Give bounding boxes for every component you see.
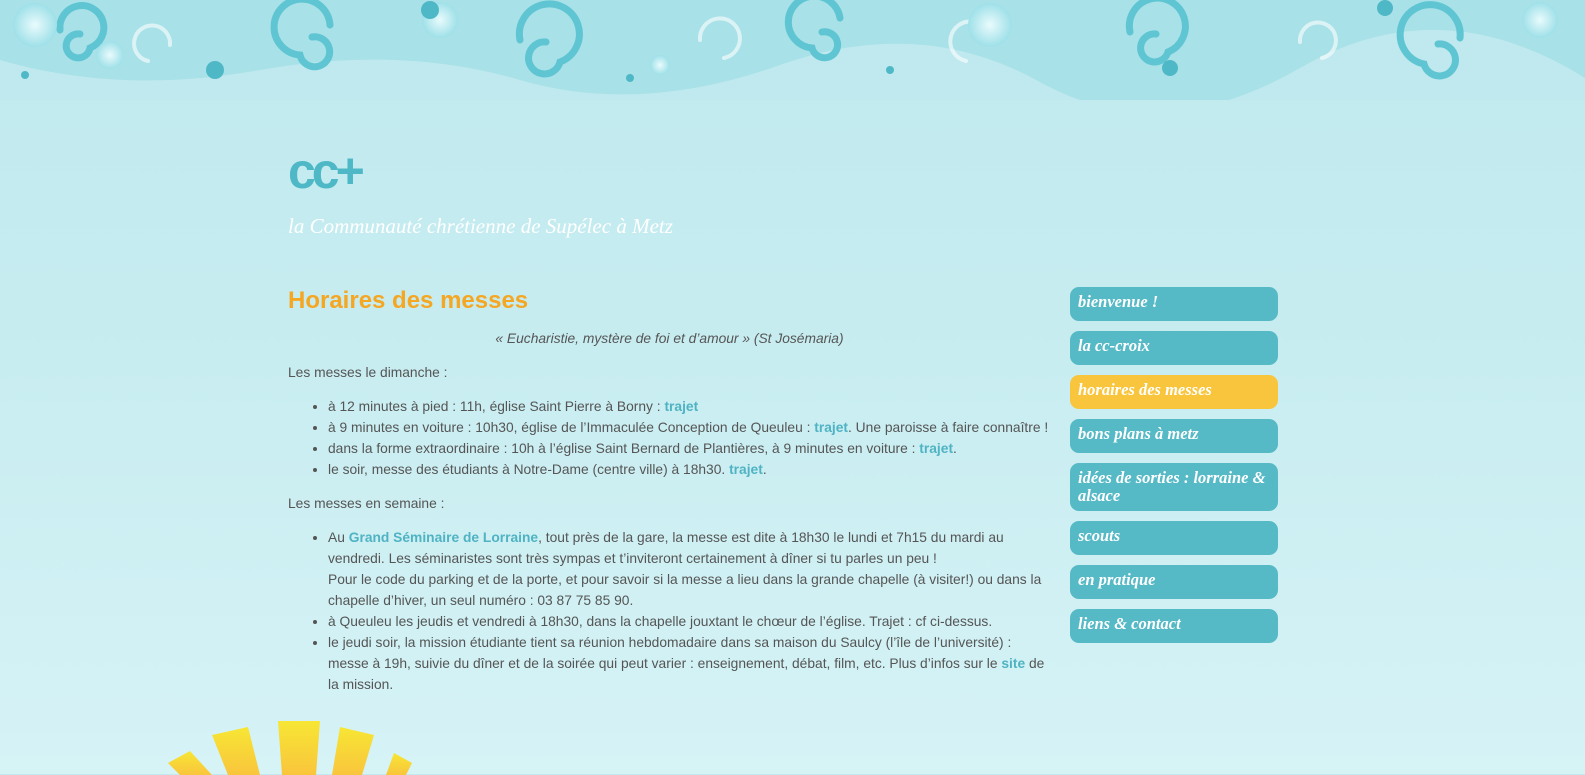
page-quote: « Eucharistie, mystère de foi et d’amour… — [495, 331, 844, 346]
sidebar-nav: bienvenue ! la cc-croix horaires des mes… — [1070, 287, 1278, 653]
trajet-link[interactable]: trajet — [919, 441, 953, 456]
trajet-link[interactable]: trajet — [729, 462, 763, 477]
week-intro: Les messes en semaine : — [288, 496, 445, 511]
item-text: Pour le code du parking et de la porte, … — [328, 572, 1042, 608]
trajet-link[interactable]: trajet — [664, 399, 698, 414]
site-tagline: la Communauté chrétienne de Supélec à Me… — [288, 214, 673, 238]
list-item: le jeudi soir, la mission étudiante tien… — [328, 632, 1051, 695]
list-item: le soir, messe des étudiants à Notre-Dam… — [328, 459, 1051, 480]
item-text: Au — [328, 530, 349, 545]
nav-cc-croix[interactable]: la cc-croix — [1070, 331, 1278, 365]
list-item: dans la forme extraordinaire : 10h à l’é… — [328, 438, 1051, 459]
sunday-list: à 12 minutes à pied : 11h, église Saint … — [288, 396, 1051, 480]
nav-liens-contact[interactable]: liens & contact — [1070, 609, 1278, 643]
main-content: Horaires des messes « Eucharistie, mystè… — [288, 286, 1051, 708]
seminaire-link[interactable]: Grand Séminaire de Lorraine — [349, 530, 538, 545]
nav-scouts[interactable]: scouts — [1070, 521, 1278, 555]
list-item: Au Grand Séminaire de Lorraine, tout prè… — [328, 527, 1051, 611]
swirl-banner — [0, 0, 1585, 100]
item-text: le soir, messe des étudiants à Notre-Dam… — [328, 462, 730, 477]
trajet-link[interactable]: trajet — [814, 420, 848, 435]
item-text: . Une paroisse à faire connaître ! — [848, 420, 1049, 435]
item-text: . — [953, 441, 957, 456]
nav-idees-de-sorties[interactable]: idées de sorties : lorraine & alsace — [1070, 463, 1278, 511]
nav-bons-plans[interactable]: bons plans à metz — [1070, 419, 1278, 453]
list-item: à 9 minutes en voiture : 10h30, église d… — [328, 417, 1051, 438]
item-text: à 9 minutes en voiture : 10h30, église d… — [328, 420, 815, 435]
week-list: Au Grand Séminaire de Lorraine, tout prè… — [288, 527, 1051, 695]
nav-en-pratique[interactable]: en pratique — [1070, 565, 1278, 599]
nav-horaires-des-messes[interactable]: horaires des messes — [1070, 375, 1278, 409]
site-link[interactable]: site — [1001, 656, 1025, 671]
list-item: à Queuleu les jeudis et vendredi à 18h30… — [328, 611, 1051, 632]
sun-rays-decoration — [168, 721, 412, 775]
list-item: à 12 minutes à pied : 11h, église Saint … — [328, 396, 1051, 417]
item-text: à 12 minutes à pied : 11h, église Saint … — [328, 399, 665, 414]
item-text: dans la forme extraordinaire : 10h à l’é… — [328, 441, 920, 456]
page-title: Horaires des messes — [288, 287, 529, 314]
nav-bienvenue[interactable]: bienvenue ! — [1070, 287, 1278, 321]
site-logo[interactable]: cc+ — [288, 146, 365, 196]
sunday-intro: Les messes le dimanche : — [288, 365, 448, 380]
item-text: le jeudi soir, la mission étudiante tien… — [328, 635, 1012, 671]
item-text: . — [762, 462, 767, 477]
